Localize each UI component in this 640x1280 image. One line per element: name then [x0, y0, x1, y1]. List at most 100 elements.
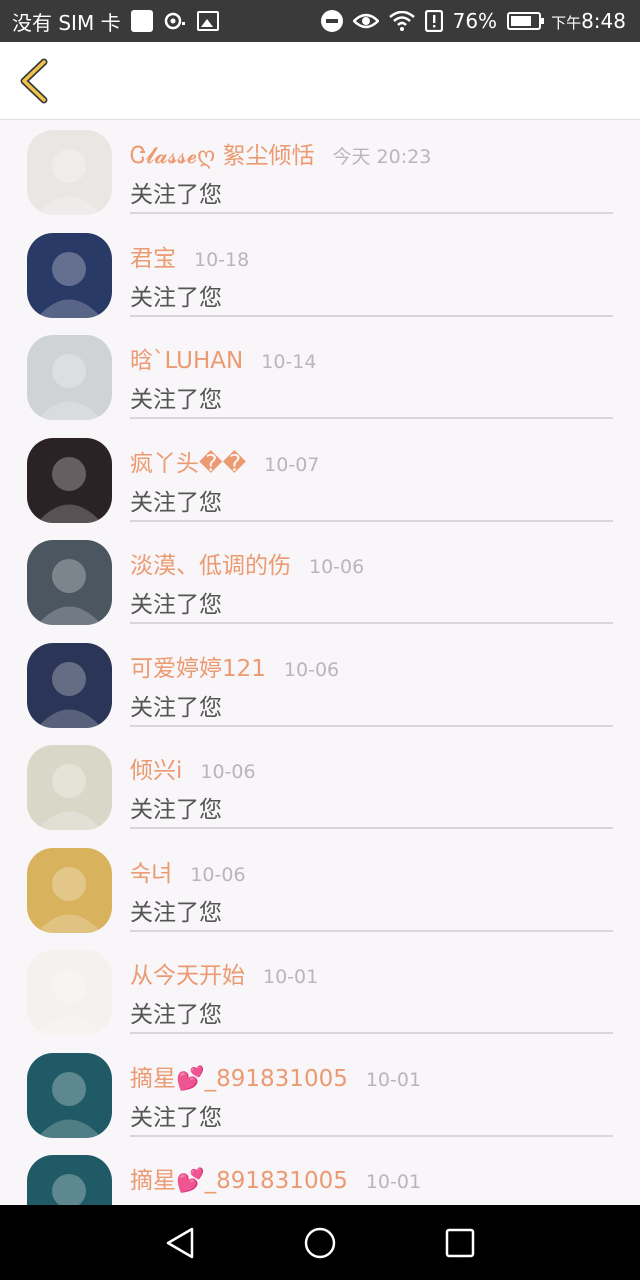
avatar-image — [27, 642, 112, 728]
back-button[interactable] — [14, 56, 54, 106]
notification-list: Ꮳ𝓵𝓪𝓼𝓼𝓮ღ 絮尘倾恬 今天 20:23 关注了您 君宝 10-18 关注了您 — [0, 120, 640, 1205]
avatar[interactable] — [27, 232, 112, 318]
name-line: 숙녀 10-06 — [130, 854, 246, 888]
status-bar: 没有 SIM 卡 76% 下午8:48 — [0, 0, 640, 42]
notification-row[interactable]: 淡漠、低调的伤 10-06 关注了您 — [0, 530, 640, 633]
user-name[interactable]: 淡漠、低调的伤 — [130, 546, 291, 580]
avatar[interactable] — [27, 1155, 112, 1205]
notification-time: 今天 20:23 — [332, 146, 432, 168]
name-line: Ꮳ𝓵𝓪𝓼𝓼𝓮ღ 絮尘倾恬 今天 20:23 — [130, 136, 431, 170]
clock: 下午8:48 — [551, 9, 626, 33]
notification-body: Ꮳ𝓵𝓪𝓼𝓼𝓮ღ 絮尘倾恬 今天 20:23 关注了您 — [130, 120, 613, 214]
avatar-image — [27, 745, 112, 830]
user-name[interactable]: 숙녀 — [130, 854, 172, 888]
user-name[interactable]: Ꮳ𝓵𝓪𝓼𝓼𝓮ღ 絮尘倾恬 — [130, 136, 315, 170]
notification-time: 10-18 — [194, 248, 250, 271]
avatar[interactable] — [27, 130, 112, 215]
notification-row[interactable]: 君宝 10-18 关注了您 — [0, 223, 640, 326]
clock-prefix: 下午 — [551, 14, 582, 32]
avatar-image — [27, 950, 112, 1035]
avatar-image — [27, 130, 112, 215]
notification-action: 关注了您 — [130, 1104, 222, 1131]
avatar[interactable] — [27, 437, 112, 523]
notification-time: 10-06 — [309, 556, 365, 578]
user-name[interactable]: 倾兴i — [130, 751, 182, 785]
avatar-image — [27, 540, 112, 625]
avatar-image — [27, 232, 112, 318]
carrier-label: 没有 SIM 卡 — [12, 10, 121, 35]
clock-time: 8:48 — [581, 9, 626, 33]
name-line: 从今天开始 10-01 — [130, 956, 318, 990]
notification-time: 10-01 — [365, 1068, 422, 1091]
notification-row[interactable]: 숙녀 10-06 关注了您 — [0, 838, 640, 941]
notification-body: 从今天开始 10-01 关注了您 — [130, 940, 613, 1034]
user-name[interactable]: 疯丫头�� — [130, 444, 246, 478]
circle-home-icon — [304, 1227, 336, 1258]
user-name[interactable]: 君宝 — [130, 239, 176, 273]
notification-row[interactable]: 倾兴i 10-06 关注了您 — [0, 735, 640, 838]
notification-row[interactable]: 从今天开始 10-01 关注了您 — [0, 940, 640, 1043]
notification-action: 关注了您 — [130, 489, 222, 516]
name-line: 可爱婷婷121 10-06 — [130, 649, 339, 683]
notification-action: 关注了您 — [130, 182, 222, 208]
user-name[interactable]: 可爱婷婷121 — [130, 649, 266, 683]
avatar-image — [27, 1155, 112, 1205]
status-left: 没有 SIM 卡 — [12, 7, 219, 36]
notification-row[interactable]: 晗`LUHAN 10-14 关注了您 — [0, 325, 640, 428]
nav-back-button[interactable] — [158, 1221, 202, 1265]
notification-action: 关注了您 — [130, 797, 222, 823]
battery-icon — [507, 12, 545, 30]
notification-body: 君宝 10-18 关注了您 — [130, 223, 613, 317]
avatar[interactable] — [27, 1052, 112, 1138]
nav-recents-button[interactable] — [438, 1221, 482, 1265]
name-line: 疯丫头�� 10-07 — [130, 444, 319, 478]
battery-percent: 76% — [452, 9, 498, 33]
name-line: 淡漠、低调的伤 10-06 — [130, 546, 364, 580]
avatar-image — [27, 847, 112, 933]
notification-time: 10-14 — [261, 351, 317, 373]
avatar[interactable] — [27, 540, 112, 625]
notification-action: 关注了您 — [130, 284, 222, 311]
notification-time: 10-06 — [190, 863, 246, 886]
notification-time: 10-06 — [200, 761, 256, 783]
notification-action: 关注了您 — [130, 592, 222, 618]
notification-body: 摘星💕_891831005 10-01 关注了您 — [130, 1043, 613, 1137]
eye-icon — [352, 11, 379, 31]
notification-action: 关注了您 — [130, 1002, 222, 1028]
square-recents-icon — [445, 1228, 475, 1257]
header — [0, 42, 640, 120]
name-line: 摘星💕_891831005 10-01 — [130, 1161, 421, 1195]
avatar[interactable] — [27, 847, 112, 933]
notification-action: 关注了您 — [130, 694, 222, 721]
name-line: 君宝 10-18 — [130, 239, 249, 273]
notification-row[interactable]: 摘星💕_891831005 10-01 关注了您 — [0, 1043, 640, 1146]
notification-row[interactable]: 可爱婷婷121 10-06 关注了您 — [0, 633, 640, 736]
notification-row[interactable]: Ꮳ𝓵𝓪𝓼𝓼𝓮ღ 絮尘倾恬 今天 20:23 关注了您 — [0, 120, 640, 223]
user-name[interactable]: 摘星💕_891831005 — [130, 1059, 348, 1093]
notification-time: 10-06 — [283, 658, 340, 681]
notification-body: 疯丫头�� 10-07 关注了您 — [130, 428, 613, 522]
avatar[interactable] — [27, 950, 112, 1035]
notification-body: 晗`LUHAN 10-14 关注了您 — [130, 325, 613, 419]
image-icon — [196, 11, 219, 31]
notification-time: 10-07 — [264, 453, 320, 476]
triangle-back-icon — [166, 1227, 194, 1258]
notification-time: 10-01 — [263, 966, 319, 988]
avatar-image — [27, 1052, 112, 1138]
notification-action: 关注了您 — [130, 387, 222, 413]
notification-body: 可爱婷婷121 10-06 关注了您 — [130, 633, 613, 727]
name-line: 摘星💕_891831005 10-01 — [130, 1059, 421, 1093]
notification-row[interactable]: 摘星💕_891831005 10-01 关注了您 — [0, 1145, 640, 1205]
notification-body: 摘星💕_891831005 10-01 关注了您 — [130, 1145, 613, 1205]
user-name[interactable]: 晗`LUHAN — [130, 341, 243, 375]
notification-row[interactable]: 疯丫头�� 10-07 关注了您 — [0, 428, 640, 531]
avatar[interactable] — [27, 642, 112, 728]
user-name[interactable]: 从今天开始 — [130, 956, 245, 990]
avatar[interactable] — [27, 335, 112, 420]
user-name[interactable]: 摘星💕_891831005 — [130, 1161, 348, 1195]
notification-body: 숙녀 10-06 关注了您 — [130, 838, 613, 932]
nav-home-button[interactable] — [298, 1221, 342, 1265]
name-line: 倾兴i 10-06 — [130, 751, 256, 785]
avatar-image — [27, 335, 112, 420]
avatar[interactable] — [27, 745, 112, 830]
